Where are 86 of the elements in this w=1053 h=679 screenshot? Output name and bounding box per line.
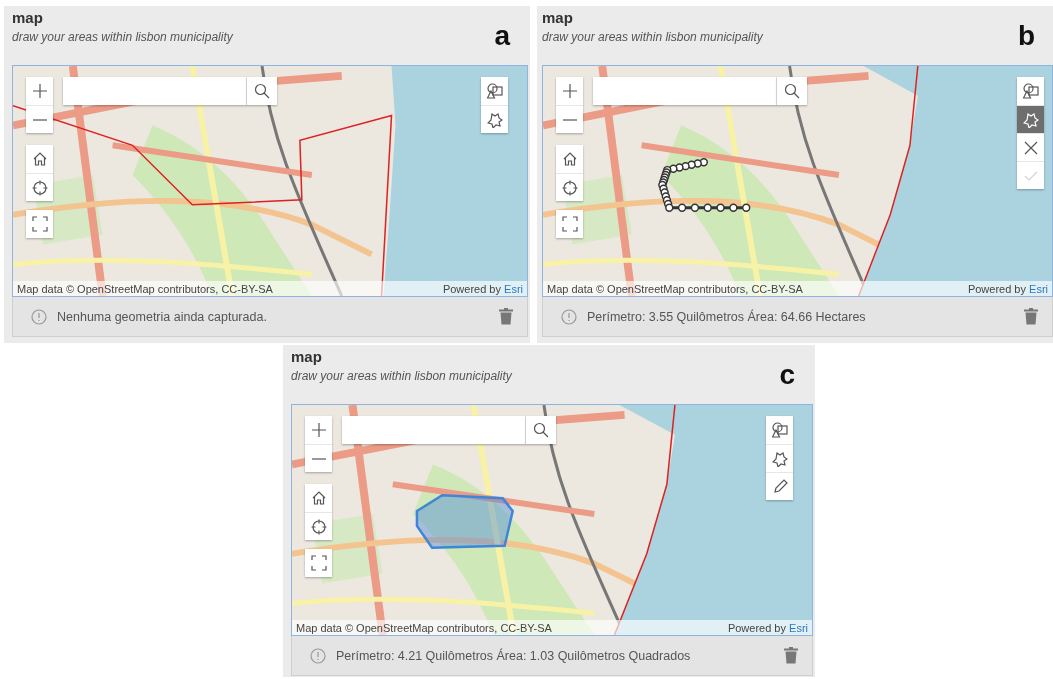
pencil-icon	[771, 478, 788, 495]
shapes-icon	[771, 422, 788, 438]
fullscreen-button[interactable]	[26, 210, 53, 238]
widget-subtitle: draw your areas within lisbon municipality	[12, 30, 233, 44]
plus-icon	[31, 83, 48, 99]
polygon-tool-button[interactable]	[766, 444, 793, 472]
zoom-in-button[interactable]	[26, 77, 53, 105]
widget-subtitle: draw your areas within lisbon municipality	[542, 30, 763, 44]
freehand-shape-icon	[771, 450, 788, 467]
plus-icon	[561, 83, 578, 99]
search-button[interactable]	[247, 77, 277, 105]
shapes-tool-button[interactable]	[766, 416, 793, 444]
esri-link[interactable]: Esri	[504, 282, 523, 295]
delete-button[interactable]	[784, 647, 798, 664]
polygon-tool-button[interactable]	[481, 105, 508, 133]
status-message: Perímetro: 4.21 Quilômetros Área: 1.03 Quilômetros Quadrados	[336, 648, 692, 663]
panel-label: c	[779, 359, 795, 391]
search-field[interactable]	[342, 416, 526, 444]
status-message: Perímetro: 3.55 Quilômetros Área: 64.66 Hectares	[587, 309, 867, 324]
home-button[interactable]	[26, 145, 53, 173]
widget-title: map	[542, 9, 574, 26]
crosshair-icon	[561, 179, 578, 196]
drawn-area[interactable]	[415, 493, 515, 550]
powered-by-text: Powered by	[442, 282, 502, 295]
panel-label: b	[1017, 20, 1035, 52]
home-button[interactable]	[556, 145, 583, 173]
shapes-icon	[1022, 83, 1039, 99]
home-icon	[561, 151, 578, 167]
search-icon	[533, 422, 549, 438]
cancel-button[interactable]	[1017, 133, 1044, 161]
fullscreen-icon	[561, 216, 578, 232]
zoom-in-button[interactable]	[305, 416, 332, 444]
locate-button[interactable]	[556, 173, 583, 201]
zoom-out-button[interactable]	[556, 105, 583, 133]
close-icon	[1022, 139, 1039, 156]
info-icon	[31, 308, 47, 325]
esri-link[interactable]: Esri	[1029, 282, 1048, 295]
fullscreen-icon	[31, 216, 48, 232]
trash-icon	[1024, 308, 1038, 325]
home-button[interactable]	[305, 484, 332, 512]
zoom-in-button[interactable]	[556, 77, 583, 105]
fullscreen-icon	[310, 555, 327, 571]
fullscreen-button[interactable]	[556, 210, 583, 238]
search-button[interactable]	[526, 416, 556, 444]
crosshair-icon	[31, 179, 48, 196]
plus-icon	[310, 422, 327, 438]
search-button[interactable]	[777, 77, 807, 105]
shapes-tool-button[interactable]	[481, 77, 508, 105]
polygon-tool-button[interactable]	[1017, 105, 1044, 133]
minus-icon	[310, 457, 327, 460]
powered-by-text: Powered by	[967, 282, 1027, 295]
crosshair-icon	[310, 518, 327, 535]
esri-link[interactable]: Esri	[789, 621, 808, 634]
attribution-text: Map data © OpenStreetMap contributors, CC-BY-SA	[17, 282, 274, 295]
info-icon	[561, 308, 577, 325]
widget-title: map	[291, 348, 323, 365]
status-message: Nenhuma geometria ainda capturada.	[57, 309, 268, 324]
minus-icon	[561, 118, 578, 121]
edit-button[interactable]	[766, 472, 793, 500]
trash-icon	[499, 308, 513, 325]
home-icon	[310, 490, 327, 506]
attribution-text: Map data © OpenStreetMap contributors, CC-BY-SA	[296, 621, 553, 634]
locate-button[interactable]	[26, 173, 53, 201]
widget-subtitle: draw your areas within lisbon municipality	[291, 369, 512, 383]
delete-button[interactable]	[1024, 308, 1038, 325]
zoom-out-button[interactable]	[26, 105, 53, 133]
zoom-out-button[interactable]	[305, 444, 332, 472]
search-field[interactable]	[63, 77, 247, 105]
minus-icon	[31, 118, 48, 121]
shapes-tool-button[interactable]	[1017, 77, 1044, 105]
powered-by-text: Powered by	[727, 621, 787, 634]
home-icon	[31, 151, 48, 167]
freehand-shape-icon	[1022, 111, 1039, 128]
search-field[interactable]	[593, 77, 777, 105]
delete-button[interactable]	[499, 308, 513, 325]
widget-title: map	[12, 9, 44, 26]
search-icon	[784, 83, 800, 99]
trash-icon	[784, 647, 798, 664]
panel-label: a	[494, 20, 510, 52]
freehand-shape-icon	[486, 111, 503, 128]
search-icon	[254, 83, 270, 99]
fullscreen-button[interactable]	[305, 549, 332, 577]
shapes-icon	[486, 83, 503, 99]
locate-button[interactable]	[305, 512, 332, 540]
attribution-text: Map data © OpenStreetMap contributors, CC-BY-SA	[547, 282, 804, 295]
info-icon	[310, 647, 326, 664]
